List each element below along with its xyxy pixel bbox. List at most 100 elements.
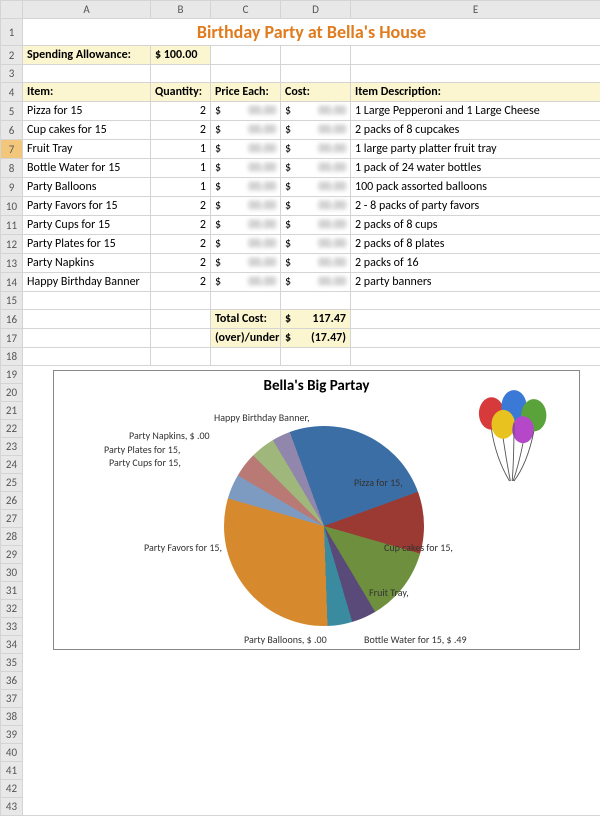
row-header-4[interactable]: 4	[1, 83, 23, 102]
item-price[interactable]: $00.00	[211, 235, 281, 254]
item-desc[interactable]: 2 packs of 8 cupcakes	[351, 121, 600, 140]
item-cost[interactable]: $00.00	[281, 273, 351, 292]
table-row[interactable]: 7Fruit Tray1$00.00$00.001 large party pl…	[1, 140, 600, 159]
cell[interactable]	[281, 65, 351, 83]
item-name[interactable]: Fruit Tray	[23, 140, 151, 159]
row-header-12[interactable]: 12	[1, 235, 23, 254]
cell[interactable]	[211, 348, 281, 366]
row-header-20[interactable]: 20	[1, 384, 23, 402]
col-header-A[interactable]: A	[23, 1, 151, 19]
item-qty[interactable]: 2	[151, 197, 211, 216]
item-cost[interactable]: $00.00	[281, 121, 351, 140]
row-header-31[interactable]: 31	[1, 582, 23, 600]
item-desc[interactable]: 2 party banners	[351, 273, 600, 292]
table-row[interactable]: 9Party Balloons1$00.00$00.00100 pack ass…	[1, 178, 600, 197]
item-price[interactable]: $00.00	[211, 273, 281, 292]
row-header-18[interactable]: 18	[1, 348, 23, 366]
row-header-5[interactable]: 5	[1, 102, 23, 121]
item-qty[interactable]: 2	[151, 121, 211, 140]
row-header-16[interactable]: 16	[1, 310, 23, 329]
item-desc[interactable]: 1 large party platter fruit tray	[351, 140, 600, 159]
col-header-B[interactable]: B	[151, 1, 211, 19]
row-header-41[interactable]: 41	[1, 762, 23, 780]
item-name[interactable]: Pizza for 15	[23, 102, 151, 121]
cell[interactable]	[23, 310, 151, 329]
row-header-42[interactable]: 42	[1, 780, 23, 798]
item-cost[interactable]: $00.00	[281, 178, 351, 197]
cell[interactable]	[351, 310, 600, 329]
table-row[interactable]: 11Party Cups for 152$00.00$00.002 packs …	[1, 216, 600, 235]
row-header-39[interactable]: 39	[1, 726, 23, 744]
item-qty[interactable]: 2	[151, 216, 211, 235]
item-price[interactable]: $00.00	[211, 140, 281, 159]
cell[interactable]	[211, 65, 281, 83]
cell[interactable]	[23, 292, 151, 310]
row-header-17[interactable]: 17	[1, 329, 23, 348]
cell[interactable]	[351, 292, 600, 310]
item-price[interactable]: $00.00	[211, 254, 281, 273]
col-header-D[interactable]: D	[281, 1, 351, 19]
row-header-38[interactable]: 38	[1, 708, 23, 726]
table-row[interactable]: 6Cup cakes for 152$00.00$00.002 packs of…	[1, 121, 600, 140]
row-header-26[interactable]: 26	[1, 492, 23, 510]
cell[interactable]	[351, 348, 600, 366]
item-qty[interactable]: 2	[151, 254, 211, 273]
row-header-35[interactable]: 35	[1, 654, 23, 672]
row-header-6[interactable]: 6	[1, 121, 23, 140]
cell[interactable]	[151, 329, 211, 348]
row-header-30[interactable]: 30	[1, 564, 23, 582]
item-desc[interactable]: 2 - 8 packs of party favors	[351, 197, 600, 216]
item-qty[interactable]: 2	[151, 235, 211, 254]
item-name[interactable]: Bottle Water for 15	[23, 159, 151, 178]
item-desc[interactable]: 1 pack of 24 water bottles	[351, 159, 600, 178]
item-qty[interactable]: 2	[151, 102, 211, 121]
cell[interactable]	[351, 46, 600, 65]
row-header-7[interactable]: 7	[1, 140, 23, 159]
pie-chart[interactable]: Bella's Big PartayPizza for 15,Cup cakes…	[53, 370, 580, 650]
row-header-2[interactable]: 2	[1, 46, 23, 65]
item-price[interactable]: $00.00	[211, 216, 281, 235]
item-price[interactable]: $00.00	[211, 102, 281, 121]
item-price[interactable]: $00.00	[211, 121, 281, 140]
row-header-19[interactable]: 19	[1, 366, 23, 384]
row-header-3[interactable]: 3	[1, 65, 23, 83]
select-all-corner[interactable]	[1, 1, 23, 19]
item-cost[interactable]: $00.00	[281, 254, 351, 273]
item-desc[interactable]: 1 Large Pepperoni and 1 Large Cheese	[351, 102, 600, 121]
item-name[interactable]: Party Favors for 15	[23, 197, 151, 216]
cell[interactable]	[351, 65, 600, 83]
row-header-13[interactable]: 13	[1, 254, 23, 273]
item-qty[interactable]: 1	[151, 140, 211, 159]
item-name[interactable]: Cup cakes for 15	[23, 121, 151, 140]
item-desc[interactable]: 2 packs of 16	[351, 254, 600, 273]
item-desc[interactable]: 2 packs of 8 cups	[351, 216, 600, 235]
row-header-8[interactable]: 8	[1, 159, 23, 178]
item-price[interactable]: $00.00	[211, 178, 281, 197]
item-qty[interactable]: 1	[151, 178, 211, 197]
item-desc[interactable]: 2 packs of 8 plates	[351, 235, 600, 254]
item-cost[interactable]: $00.00	[281, 216, 351, 235]
item-cost[interactable]: $00.00	[281, 102, 351, 121]
row-header-28[interactable]: 28	[1, 528, 23, 546]
cell[interactable]	[23, 65, 151, 83]
row-header-25[interactable]: 25	[1, 474, 23, 492]
cell[interactable]	[151, 348, 211, 366]
cell[interactable]	[211, 292, 281, 310]
cell[interactable]	[151, 65, 211, 83]
row-header-22[interactable]: 22	[1, 420, 23, 438]
item-name[interactable]: Party Plates for 15	[23, 235, 151, 254]
chart-container-cell[interactable]: Bella's Big PartayPizza for 15,Cup cakes…	[23, 366, 600, 816]
table-row[interactable]: 14Happy Birthday Banner2$00.00$00.002 pa…	[1, 273, 600, 292]
cell[interactable]	[281, 46, 351, 65]
item-name[interactable]: Party Cups for 15	[23, 216, 151, 235]
row-header-33[interactable]: 33	[1, 618, 23, 636]
cell[interactable]	[23, 348, 151, 366]
row-header-27[interactable]: 27	[1, 510, 23, 528]
item-name[interactable]: Party Napkins	[23, 254, 151, 273]
cell[interactable]	[23, 329, 151, 348]
row-header-23[interactable]: 23	[1, 438, 23, 456]
item-price[interactable]: $00.00	[211, 197, 281, 216]
row-header-34[interactable]: 34	[1, 636, 23, 654]
cell[interactable]	[351, 329, 600, 348]
row-header-11[interactable]: 11	[1, 216, 23, 235]
